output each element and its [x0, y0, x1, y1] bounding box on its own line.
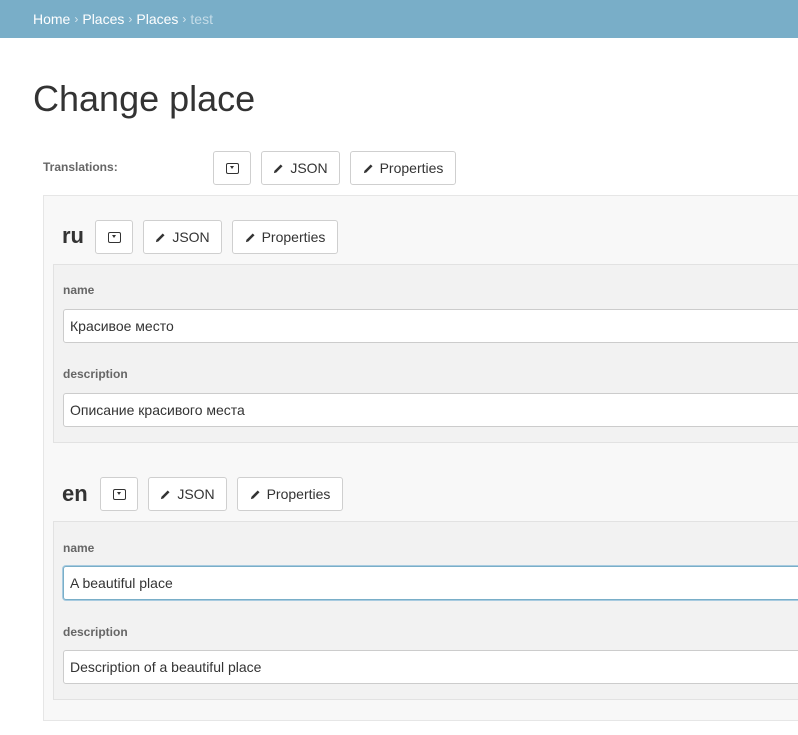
language-code-en: en	[62, 481, 88, 506]
pencil-icon	[250, 489, 260, 499]
breadcrumb-current: test	[190, 11, 213, 27]
toggle-dropdown-icon	[107, 231, 121, 243]
pencil-icon	[161, 489, 170, 499]
breadcrumb-home[interactable]: Home	[33, 11, 70, 27]
en-toggle-button[interactable]	[100, 477, 138, 511]
breadcrumb-separator: ›	[128, 12, 133, 26]
properties-button-label: Properties	[266, 486, 331, 502]
page-title: Change place	[33, 78, 256, 119]
pencil-icon	[363, 163, 373, 173]
properties-button-label: Properties	[261, 229, 326, 245]
pencil-icon	[156, 232, 165, 242]
pencil-icon	[245, 232, 255, 242]
translations-toggle-button[interactable]	[213, 151, 251, 185]
breadcrumb-separator: ›	[182, 12, 187, 26]
ru-name-label: name	[63, 283, 95, 297]
json-button-label: JSON	[172, 229, 210, 245]
translations-json-button[interactable]: JSON	[261, 151, 340, 185]
ru-description-input[interactable]: Описание красивого места	[63, 393, 798, 427]
breadcrumb-separator: ›	[74, 12, 79, 26]
ru-properties-button[interactable]: Properties	[232, 220, 338, 254]
en-json-button[interactable]: JSON	[148, 477, 227, 511]
json-button-label: JSON	[177, 486, 215, 502]
ru-name-input[interactable]: Красивое место	[63, 309, 798, 343]
breadcrumb: Home › Places › Places › test	[0, 0, 798, 38]
en-description-label: description	[63, 625, 128, 639]
ru-description-label: description	[63, 367, 128, 381]
en-properties-button[interactable]: Properties	[237, 477, 343, 511]
en-description-input[interactable]: Description of a beautiful place	[63, 650, 798, 684]
breadcrumb-places-model[interactable]: Places	[136, 11, 178, 27]
ru-toggle-button[interactable]	[95, 220, 133, 254]
ru-json-button[interactable]: JSON	[143, 220, 222, 254]
toggle-dropdown-icon	[112, 488, 126, 500]
translations-label: Translations:	[43, 160, 118, 174]
translations-properties-button[interactable]: Properties	[350, 151, 456, 185]
en-name-input[interactable]: A beautiful place	[63, 566, 798, 600]
breadcrumb-places-app[interactable]: Places	[82, 11, 124, 27]
toggle-dropdown-icon	[225, 162, 239, 174]
json-button-label: JSON	[290, 160, 328, 176]
en-name-label: name	[63, 541, 95, 555]
language-code-ru: ru	[62, 223, 84, 248]
pencil-icon	[274, 163, 283, 173]
properties-button-label: Properties	[379, 160, 444, 176]
